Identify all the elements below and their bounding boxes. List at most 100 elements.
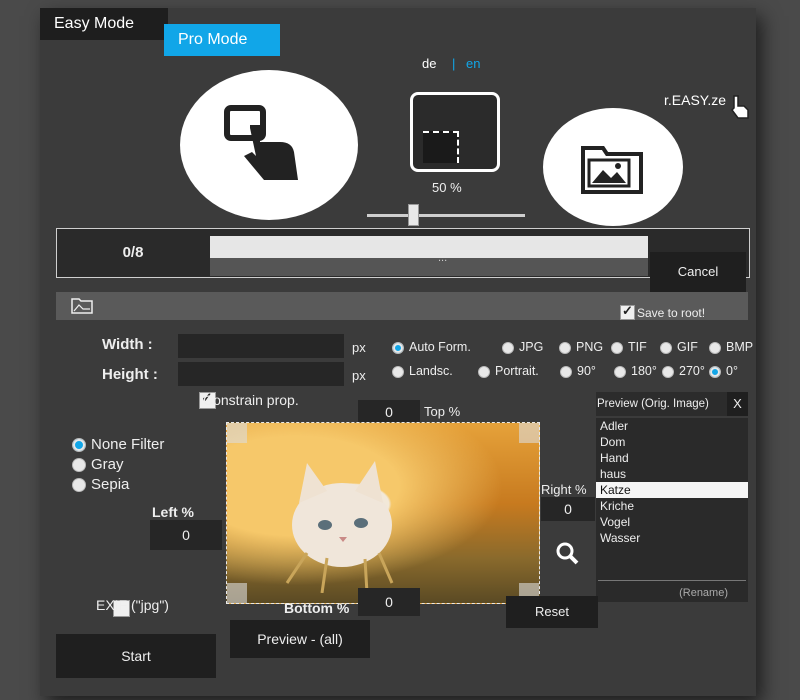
format-auto-label: Auto Form.	[409, 340, 471, 354]
image-preview[interactable]	[226, 422, 540, 604]
format-jpg-label: JPG	[519, 340, 544, 354]
rotate-180-label: 180°	[631, 364, 657, 378]
format-gif-radio[interactable]: GIF	[660, 340, 698, 354]
rotate-90-label: 90°	[577, 364, 596, 378]
rotate-0-radio[interactable]: 0°	[709, 364, 738, 378]
format-auto-radio[interactable]: Auto Form.	[392, 340, 471, 354]
crop-handle-top-left[interactable]	[227, 423, 247, 443]
filter-sepia-label: Sepia	[91, 476, 130, 493]
progress-bar-track	[210, 258, 648, 276]
scale-region-icon	[423, 131, 459, 163]
radio-dot	[502, 341, 514, 354]
format-tif-radio[interactable]: TIF	[611, 340, 647, 354]
radio-dot	[392, 365, 404, 378]
progress-bar	[210, 236, 648, 258]
radio-dot	[478, 365, 490, 378]
format-tif-label: TIF	[628, 340, 647, 354]
tab-pro-mode[interactable]: Pro Mode	[164, 24, 280, 56]
start-button[interactable]: Start	[56, 634, 216, 678]
radio-dot	[559, 341, 571, 354]
format-png-radio[interactable]: PNG	[559, 340, 603, 354]
list-item[interactable]: haus	[596, 466, 748, 482]
rename-hint: (Rename)	[679, 587, 728, 599]
top-percent-input[interactable]: 0	[358, 400, 420, 424]
orient-portrait-label: Portrait.	[495, 364, 539, 378]
left-percent-input[interactable]: 0	[150, 520, 222, 550]
file-list: Adler Dom Hand haus Katze Kriche Vogel W…	[596, 418, 748, 602]
list-item[interactable]: Hand	[596, 450, 748, 466]
left-percent-label: Left %	[152, 504, 194, 520]
brand-logo: r.EASY.ze	[664, 92, 727, 108]
scale-preview	[410, 92, 500, 172]
list-item[interactable]: Adler	[596, 418, 748, 434]
list-item-selected[interactable]: Katze	[596, 482, 748, 498]
bottom-percent-input[interactable]: 0	[358, 588, 420, 616]
width-unit: px	[352, 340, 366, 355]
orient-portrait-radio[interactable]: Portrait.	[478, 364, 539, 378]
progress-count: 0/8	[122, 244, 144, 261]
list-item[interactable]: Dom	[596, 434, 748, 450]
filter-gray-radio[interactable]: Gray	[72, 456, 124, 473]
right-percent-label: Right %	[541, 482, 587, 497]
rename-field[interactable]: (Rename)	[598, 580, 746, 603]
filter-gray-label: Gray	[91, 456, 124, 473]
list-item[interactable]: Kriche	[596, 498, 748, 514]
preview-all-button[interactable]: Preview - (all)	[230, 620, 370, 658]
progress-status: ...	[438, 252, 448, 264]
open-folder-button[interactable]	[543, 108, 683, 226]
filter-sepia-radio[interactable]: Sepia	[72, 476, 129, 493]
list-item[interactable]: Vogel	[596, 514, 748, 530]
radio-dot	[611, 341, 623, 354]
radio-dot	[660, 341, 672, 354]
radio-dot	[72, 438, 86, 453]
magnifier-icon[interactable]	[554, 540, 580, 566]
zoom-slider-thumb[interactable]	[408, 204, 419, 226]
radio-dot	[392, 341, 404, 354]
save-to-root-checkbox[interactable]	[620, 303, 635, 321]
rotate-180-radio[interactable]: 180°	[614, 364, 657, 378]
cancel-button[interactable]: Cancel	[650, 252, 746, 292]
radio-dot	[662, 365, 674, 378]
format-png-label: PNG	[576, 340, 604, 354]
pointer-hand-icon	[731, 95, 749, 119]
crop-handle-top-right[interactable]	[519, 423, 539, 443]
filter-none-radio[interactable]: None Filter	[72, 436, 164, 453]
reset-button[interactable]: Reset	[506, 596, 598, 628]
lang-separator: |	[452, 56, 456, 71]
format-jpg-radio[interactable]: JPG	[502, 340, 543, 354]
zoom-slider-track[interactable]	[367, 214, 525, 217]
format-bmp-label: BMP	[726, 340, 754, 354]
zoom-label: 50 %	[432, 180, 462, 195]
touch-select-icon	[224, 105, 298, 180]
lang-de[interactable]: de	[422, 56, 436, 71]
tab-easy-mode[interactable]: Easy Mode	[40, 8, 168, 40]
height-input[interactable]	[178, 362, 344, 386]
close-preview-button[interactable]: X	[727, 392, 748, 416]
format-bmp-radio[interactable]: BMP	[709, 340, 753, 354]
rotate-270-radio[interactable]: 270°	[662, 364, 705, 378]
filter-none-label: None Filter	[91, 436, 165, 453]
orient-landscape-radio[interactable]: Landsc.	[392, 364, 453, 378]
crop-handle-bottom-left[interactable]	[227, 583, 247, 603]
image-folder-icon	[581, 146, 643, 194]
rotate-90-radio[interactable]: 90°	[560, 364, 596, 378]
height-label: Height :	[102, 366, 158, 383]
list-item[interactable]: Wasser	[596, 530, 748, 546]
right-percent-input[interactable]: 0	[541, 497, 595, 521]
width-label: Width :	[102, 336, 153, 353]
save-to-root-label: Save to root!	[637, 306, 706, 320]
height-unit: px	[352, 368, 366, 383]
radio-dot	[72, 458, 86, 473]
radio-dot	[72, 478, 86, 493]
folder-icon[interactable]	[70, 295, 96, 315]
format-gif-label: GIF	[677, 340, 698, 354]
bottom-percent-label: Bottom %	[284, 600, 350, 616]
top-percent-label: Top %	[424, 404, 461, 419]
lang-en[interactable]: en	[466, 56, 480, 71]
width-input[interactable]	[178, 334, 344, 358]
rotate-270-label: 270°	[679, 364, 705, 378]
select-files-button[interactable]	[180, 70, 358, 220]
radio-dot	[709, 341, 721, 354]
orient-landscape-label: Landsc.	[409, 364, 453, 378]
rotate-0-label: 0°	[726, 364, 738, 378]
